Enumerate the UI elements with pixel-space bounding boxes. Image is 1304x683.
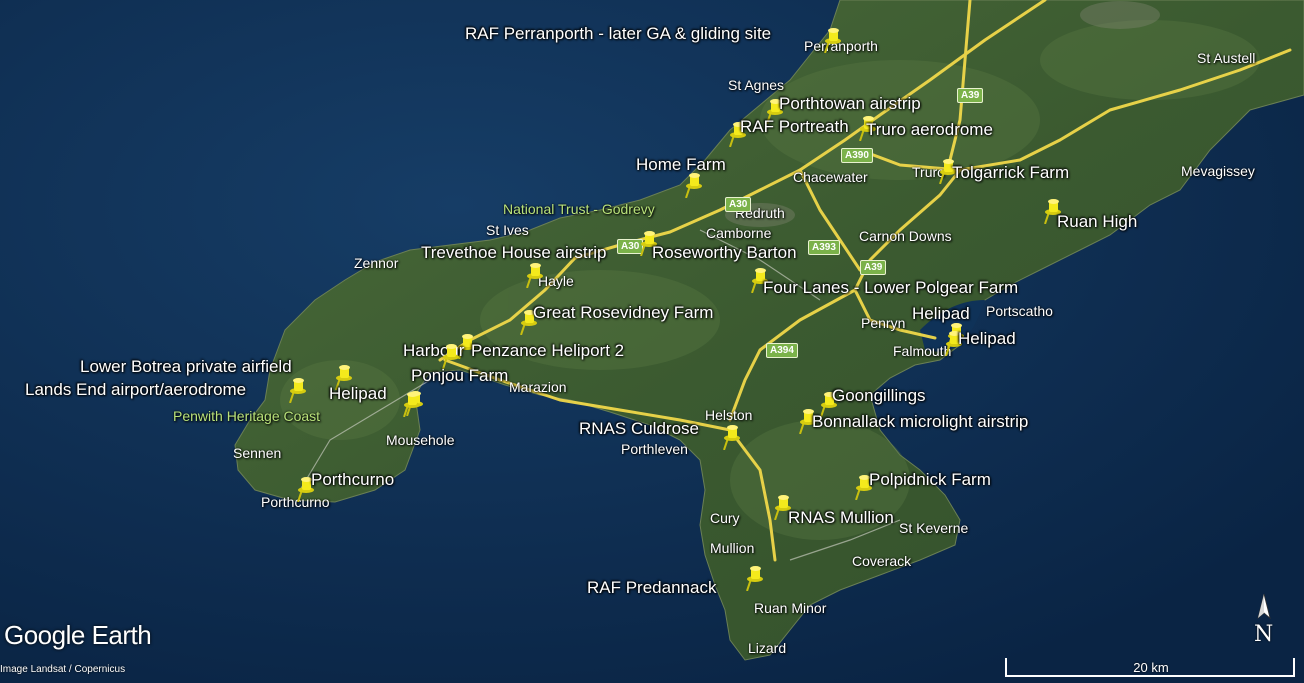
- placemark-label[interactable]: RNAS Culdrose: [579, 419, 699, 439]
- placemark-pin-icon[interactable]: [401, 391, 421, 417]
- area-label: Penwith Heritage Coast: [173, 408, 321, 424]
- placemark-label[interactable]: Goongillings: [832, 386, 926, 406]
- road-shield: A393: [808, 240, 840, 255]
- placemark-pin-icon[interactable]: [744, 565, 764, 591]
- road-shield: A394: [766, 343, 798, 358]
- town-label: St Ives: [486, 222, 529, 238]
- placemark-label[interactable]: RAF Predannack: [587, 578, 716, 598]
- scale-label: 20 km: [1133, 660, 1169, 675]
- town-label: Cury: [710, 510, 740, 526]
- imagery-credit: Image Landsat / Copernicus: [0, 664, 126, 675]
- scale-bar: 20 km: [1005, 658, 1297, 678]
- placemark-label[interactable]: Great Rosevidney Farm: [533, 303, 713, 323]
- town-label: St Agnes: [728, 77, 785, 93]
- town-label: Sennen: [233, 445, 282, 461]
- town-label: Marazion: [509, 379, 567, 395]
- road-shield: A30: [725, 197, 752, 212]
- town-label: Porthleven: [621, 441, 688, 457]
- road-shield: A390: [841, 148, 873, 163]
- town-label: St Austell: [1197, 50, 1256, 66]
- town-label: Portscatho: [986, 303, 1053, 319]
- placemark-label[interactable]: Penzance Heliport 2: [471, 341, 624, 361]
- placemark-label[interactable]: Bonnallack microlight airstrip: [812, 412, 1028, 432]
- town-label: Camborne: [706, 225, 772, 241]
- town-label: Mevagissey: [1181, 163, 1255, 179]
- placemark-pin-icon[interactable]: [287, 377, 307, 403]
- town-label: Zennor: [354, 255, 399, 271]
- placemark-pin-icon[interactable]: [822, 27, 842, 53]
- town-label: Mullion: [710, 540, 755, 556]
- town-label: St Keverne: [899, 520, 969, 536]
- placemark-label[interactable]: Lands End airport/aerodrome: [25, 380, 246, 400]
- placemark-pin-icon[interactable]: [683, 172, 703, 198]
- placemark-label[interactable]: Porthcurno: [311, 470, 394, 490]
- town-label: Penryn: [861, 315, 906, 331]
- placemark-label[interactable]: Ruan High: [1057, 212, 1137, 232]
- town-label: Helston: [705, 407, 753, 423]
- placemark-label[interactable]: RAF Perranporth - later GA & gliding sit…: [465, 24, 771, 44]
- town-label: Ruan Minor: [754, 600, 827, 616]
- placemark-label[interactable]: Helipad: [329, 384, 387, 404]
- placemark-label[interactable]: Lower Botrea private airfield: [80, 357, 292, 377]
- placemark-label[interactable]: Trevethoe House airstrip: [421, 243, 607, 263]
- placemark-label[interactable]: Roseworthy Barton: [652, 243, 797, 263]
- placemark-pin-icon[interactable]: [524, 262, 544, 288]
- google-earth-logo: Google Earth: [4, 620, 152, 650]
- road-shield: A39: [957, 88, 984, 103]
- placemark-label[interactable]: Helipad: [912, 304, 970, 324]
- town-label: Chacewater: [793, 169, 868, 185]
- north-arrow-icon[interactable]: N: [1250, 592, 1278, 652]
- road-shield: A39: [860, 260, 887, 275]
- town-label: Carnon Downs: [859, 228, 952, 244]
- placemark-label[interactable]: Four Lanes - Lower Polgear Farm: [763, 278, 1018, 298]
- placemark-label[interactable]: Polpidnick Farm: [869, 470, 991, 490]
- map-view[interactable]: Perranporth St Agnes St Austell Chacewat…: [0, 0, 1304, 683]
- north-label: N: [1254, 622, 1274, 647]
- placemark-label[interactable]: Ponjou Farm: [411, 366, 508, 386]
- placemark-label[interactable]: Porthtowan airstrip: [779, 94, 921, 114]
- placemark-label[interactable]: Truro aerodrome: [866, 120, 993, 140]
- placemark-label[interactable]: Tolgarrick Farm: [952, 163, 1069, 183]
- placemark-label[interactable]: Home Farm: [636, 155, 726, 175]
- placemark-pin-icon[interactable]: [721, 424, 741, 450]
- area-label: National Trust - Godrevy: [503, 201, 655, 217]
- placemark-label[interactable]: RAF Portreath: [740, 117, 849, 137]
- placemark-label[interactable]: RNAS Mullion: [788, 508, 894, 528]
- town-label: Mousehole: [386, 432, 455, 448]
- town-label: Coverack: [852, 553, 912, 569]
- town-label: Lizard: [748, 640, 787, 656]
- placemark-label[interactable]: Helipad: [958, 329, 1016, 349]
